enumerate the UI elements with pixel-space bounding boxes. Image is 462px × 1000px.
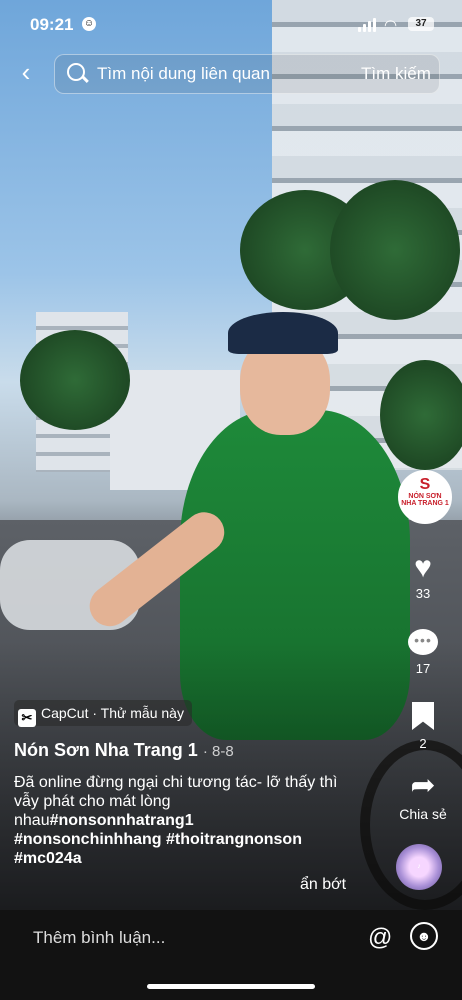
- chevron-left-icon: ‹: [21, 57, 31, 87]
- home-indicator: [147, 984, 315, 989]
- caption-text: Đã online đừng ngại chi tương tác- lỡ th…: [14, 773, 348, 868]
- comment-count: 17: [415, 661, 431, 676]
- author-name[interactable]: Nón Sơn Nha Trang 1: [14, 740, 198, 760]
- search-box[interactable]: Tìm nội dung liên quan Tìm kiếm: [54, 54, 440, 94]
- battery-icon: 37: [408, 17, 434, 31]
- comment-input[interactable]: Thêm bình luận...: [33, 928, 165, 948]
- hashtag-list[interactable]: #nonsonchinhhang #thoitrangnonson #mc024…: [14, 830, 348, 868]
- save-button[interactable]: 2: [398, 700, 448, 751]
- search-button[interactable]: Tìm kiếm: [361, 64, 431, 84]
- post-date: · 8-8: [202, 743, 234, 760]
- shop-logo-icon: S: [419, 476, 431, 493]
- at-icon[interactable]: @: [368, 924, 392, 952]
- collapse-caption-button[interactable]: ẩn bớt: [300, 876, 346, 894]
- wifi-icon: ◠: [384, 17, 398, 34]
- avatar-brand: NÓN SƠN: [408, 493, 442, 500]
- like-button[interactable]: ♥ 33: [398, 551, 448, 602]
- heart-icon: ♥: [414, 551, 432, 584]
- rider-visor-hat: [228, 312, 338, 354]
- tree: [380, 360, 462, 470]
- capcut-label: CapCut · Thử mẫu này: [41, 705, 184, 721]
- creator-avatar[interactable]: S NÓN SƠN NHA TRANG 1: [398, 470, 452, 524]
- palm-tree: [330, 180, 460, 320]
- share-label: Chia sẻ: [399, 806, 447, 822]
- like-count: 33: [415, 586, 431, 601]
- comment-bubble-icon: •••: [408, 629, 438, 655]
- emoji-icon[interactable]: ☻: [410, 922, 438, 950]
- author-line: Nón Sơn Nha Trang 1 · 8-8: [14, 740, 354, 761]
- face-status-icon: ☺: [82, 17, 96, 31]
- top-bar: ‹ Tìm nội dung liên quan Tìm kiếm: [0, 52, 462, 94]
- caption-area: ✂ CapCut · Thử mẫu này Nón Sơn Nha Trang …: [14, 700, 354, 868]
- signal-icon: [358, 18, 378, 32]
- bookmark-icon: [412, 702, 434, 730]
- save-count: 2: [419, 736, 427, 751]
- share-button[interactable]: ➦ Chia sẻ: [392, 769, 454, 823]
- comment-button[interactable]: ••• 17: [398, 626, 448, 676]
- share-arrow-icon: ➦: [410, 769, 436, 802]
- status-bar: 09:21 ☺ ◠ 37: [0, 0, 462, 48]
- back-button[interactable]: ‹: [14, 58, 38, 88]
- avatar-city: NHA TRANG 1: [401, 500, 449, 507]
- capcut-icon: ✂: [18, 709, 36, 727]
- status-time: 09:21: [30, 15, 74, 34]
- music-disc[interactable]: ♪: [396, 844, 442, 890]
- capcut-template-button[interactable]: ✂ CapCut · Thử mẫu này: [14, 700, 192, 727]
- palm-tree: [20, 330, 130, 430]
- search-icon: [67, 63, 85, 81]
- search-input[interactable]: Tìm nội dung liên quan: [97, 64, 270, 84]
- hashtag-link[interactable]: #nonsonnhatrang1: [50, 812, 194, 829]
